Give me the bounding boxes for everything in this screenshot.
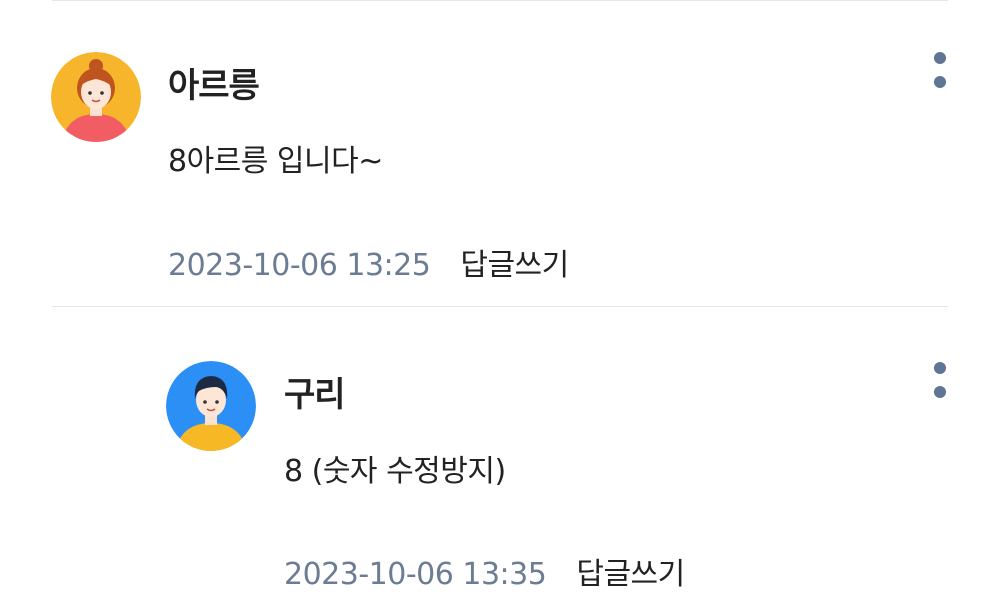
more-dot-icon [934, 386, 946, 398]
reply-comment-item: 구리 8 (숫자 수정방지) 2023-10-06 13:35 답글쓰기 [0, 0, 995, 610]
more-options-button[interactable] [925, 360, 955, 410]
comment-timestamp: 2023-10-06 13:35 [284, 557, 547, 592]
reply-button[interactable]: 답글쓰기 [576, 557, 685, 592]
more-dot-icon [934, 362, 946, 374]
male-avatar-icon[interactable] [166, 361, 256, 451]
comment-text: 8 (숫자 수정방지) [284, 454, 506, 489]
comment-meta: 2023-10-06 13:35 답글쓰기 [284, 549, 685, 593]
comment-author: 구리 [284, 375, 346, 415]
